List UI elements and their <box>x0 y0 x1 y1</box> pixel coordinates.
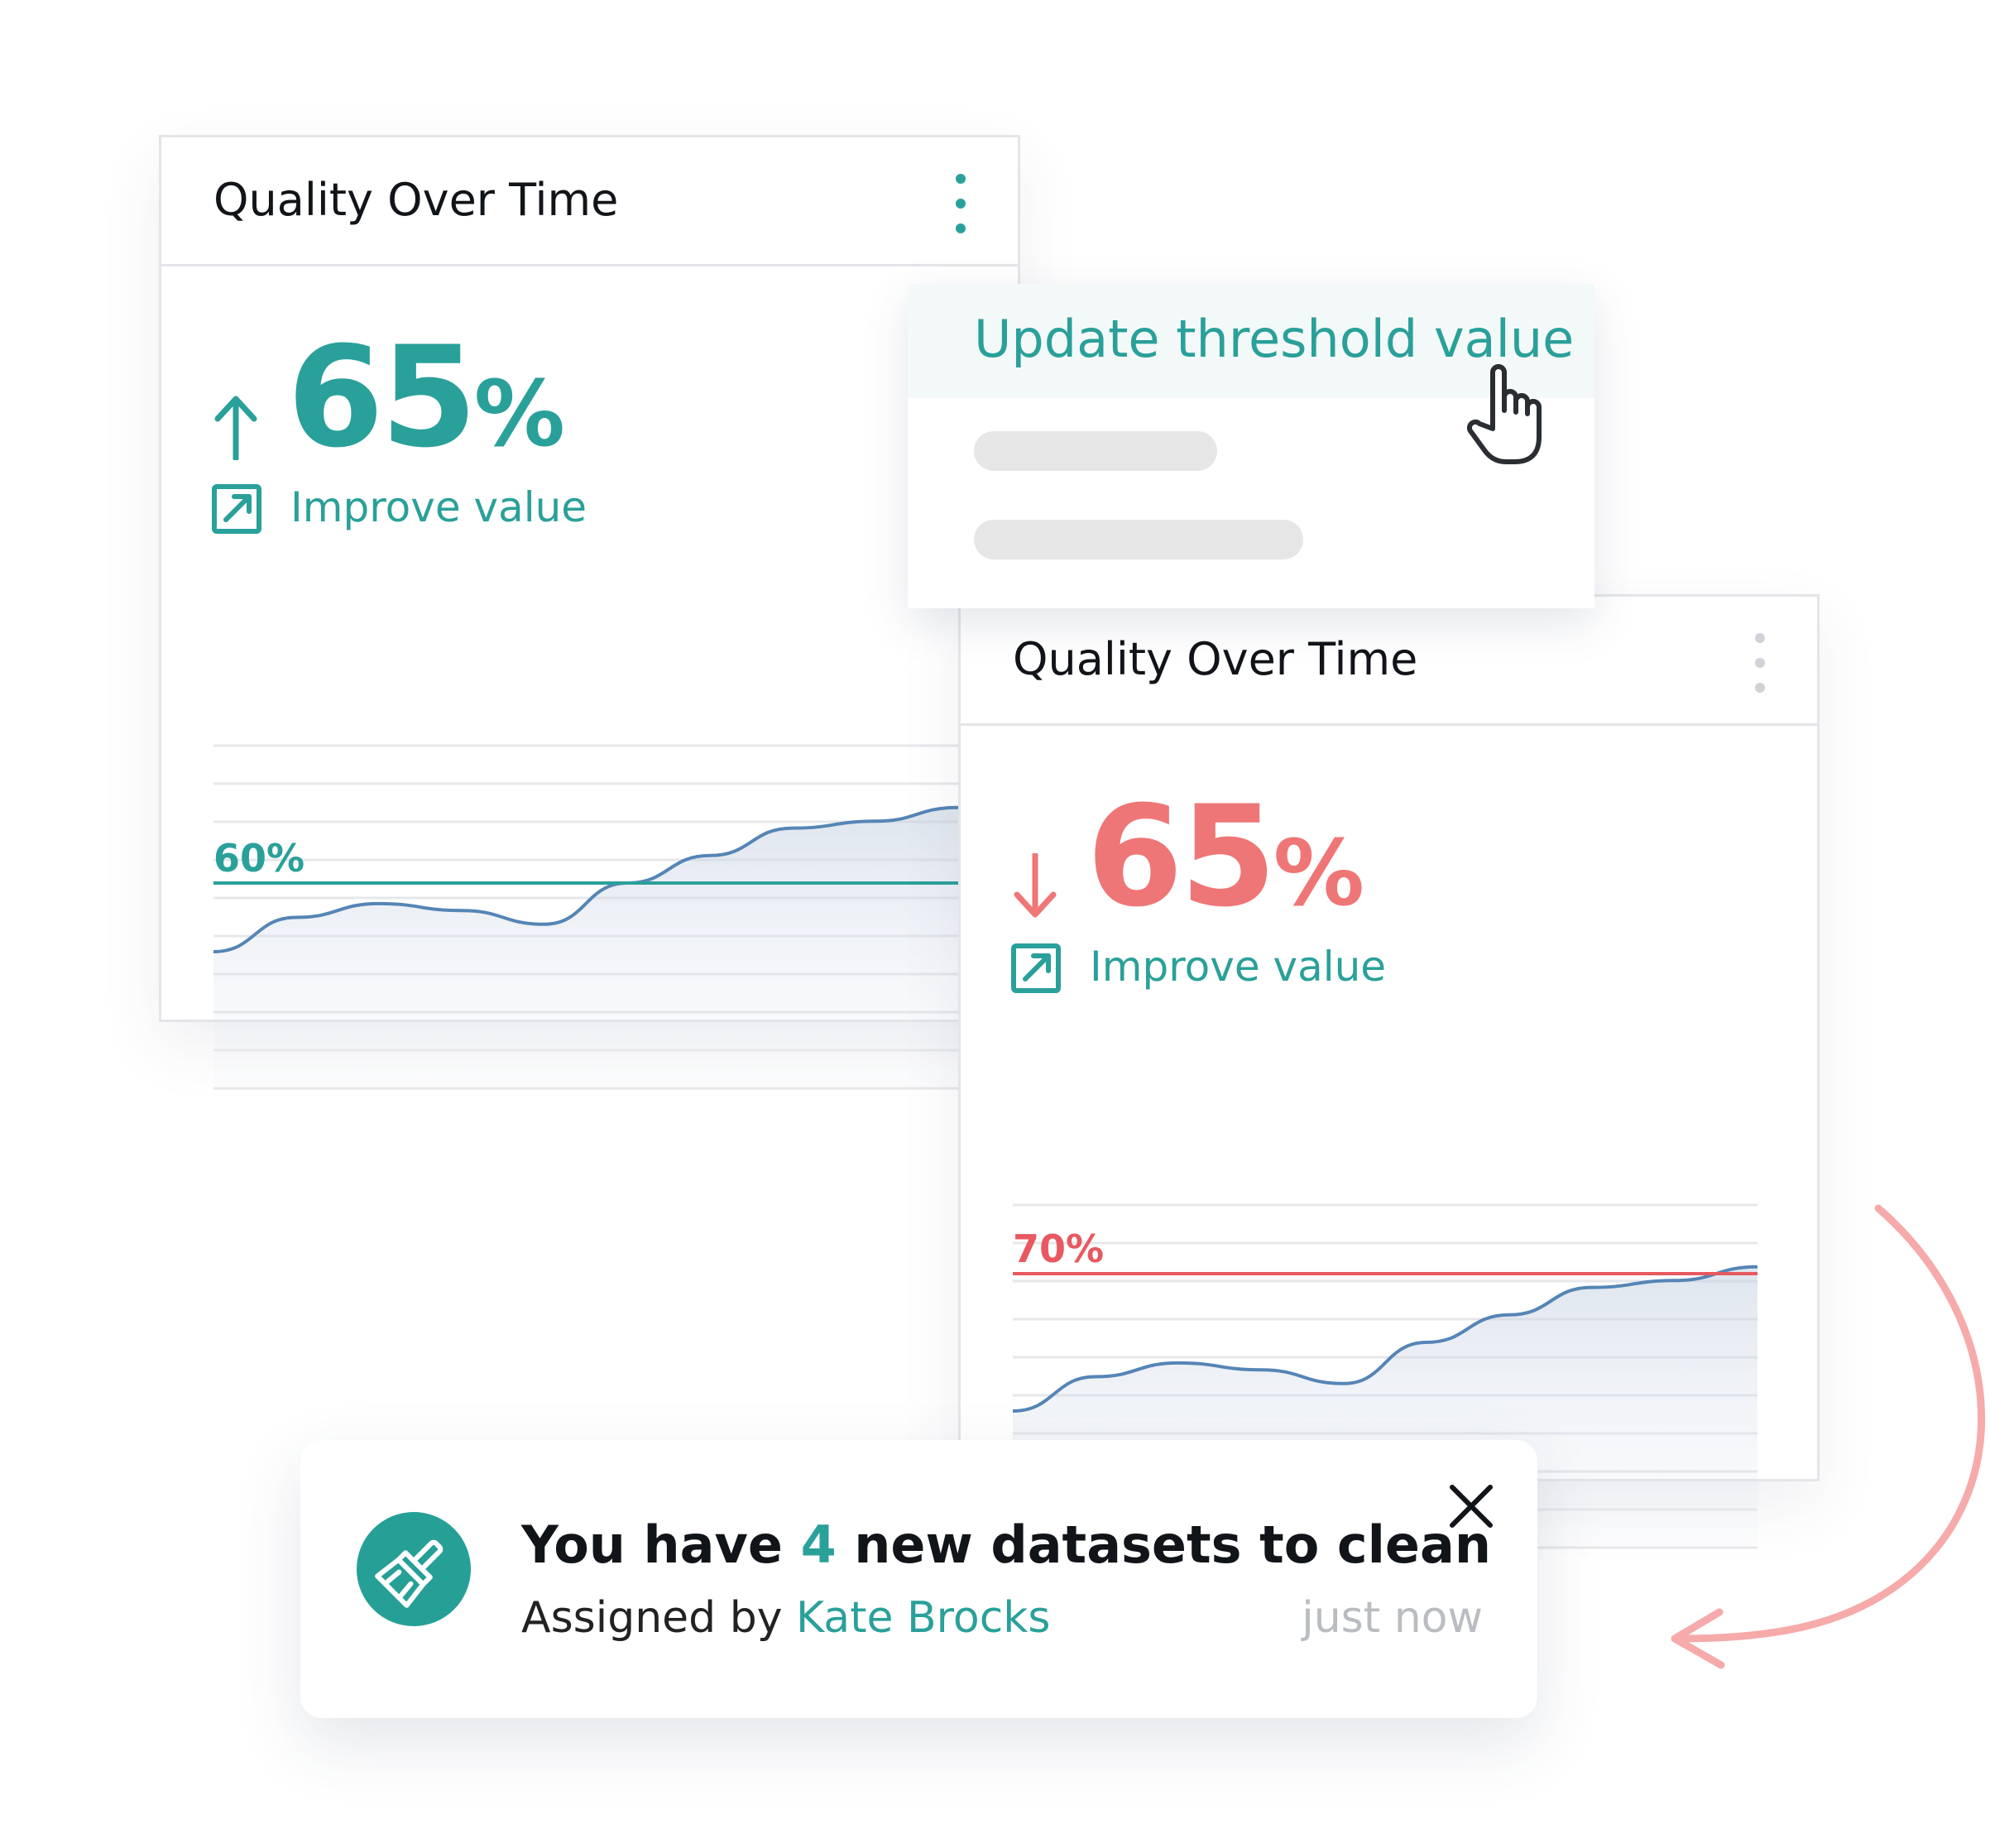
improve-value-label: Improve value <box>1090 943 1387 991</box>
quality-chart: 60% <box>213 744 958 1090</box>
kebab-menu-icon[interactable] <box>956 174 967 233</box>
metric-number: 65% <box>287 316 566 478</box>
card-title: Quality Over Time <box>213 174 619 226</box>
dataset-count: 4 <box>800 1514 837 1575</box>
context-menu: Update threshold value <box>908 284 1594 608</box>
notification-timestamp: just now <box>1302 1593 1483 1643</box>
chart-area <box>213 807 958 1089</box>
threshold-label: 60% <box>213 836 304 881</box>
metric-number: 65% <box>1086 775 1365 938</box>
external-link-icon <box>1011 943 1061 993</box>
external-link-icon <box>212 484 261 534</box>
threshold-label: 70% <box>1013 1226 1104 1271</box>
card-title: Quality Over Time <box>1013 633 1418 685</box>
menu-item-placeholder[interactable] <box>974 520 1303 559</box>
menu-item-update-threshold[interactable]: Update threshold value <box>908 284 1594 398</box>
menu-item-label: Update threshold value <box>974 309 1575 369</box>
quality-card-secondary: Quality Over Time 65% Improve value 70% <box>958 594 1820 1549</box>
close-icon[interactable] <box>1442 1477 1500 1535</box>
quality-card-primary: Quality Over Time 65% Improve value 60% <box>159 135 1020 1090</box>
improve-value-label: Improve value <box>290 483 587 531</box>
assignee-link[interactable]: Kate Brocks <box>796 1593 1050 1643</box>
kebab-menu-icon[interactable] <box>1755 633 1767 693</box>
card-header: Quality Over Time <box>961 597 1817 726</box>
card-header: Quality Over Time <box>161 137 1018 266</box>
arrow-up-icon <box>214 396 257 460</box>
notification-title: You have 4 new datasets to clean <box>521 1514 1491 1575</box>
notification-subtitle: Assigned by Kate Brocks <box>521 1593 1051 1643</box>
menu-item-placeholder[interactable] <box>974 431 1217 471</box>
broom-icon <box>357 1512 471 1626</box>
notification-toast: You have 4 new datasets to clean Assigne… <box>300 1440 1537 1718</box>
arrow-down-icon <box>1014 853 1057 918</box>
